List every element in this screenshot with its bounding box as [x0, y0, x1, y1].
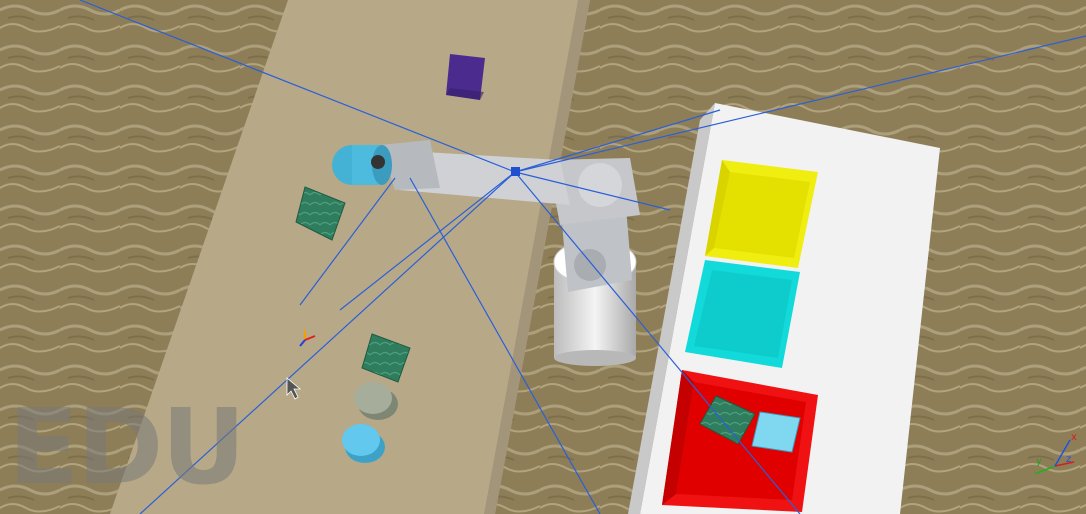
axis-label-x: x — [1071, 432, 1077, 443]
axis-label-y: y — [1036, 456, 1042, 467]
cyan-bin[interactable] — [685, 260, 800, 368]
edu-watermark: EDU — [8, 386, 246, 508]
sensor-origin-marker — [511, 167, 520, 176]
sim-viewport[interactable]: y x z EDU — [0, 0, 1086, 514]
gripper-tool[interactable] — [332, 145, 392, 185]
yellow-bin[interactable] — [705, 160, 818, 268]
cyan-cube-in-red-bin[interactable] — [751, 411, 801, 453]
purple-cube[interactable] — [446, 54, 485, 100]
axis-label-z: z — [1066, 454, 1071, 465]
